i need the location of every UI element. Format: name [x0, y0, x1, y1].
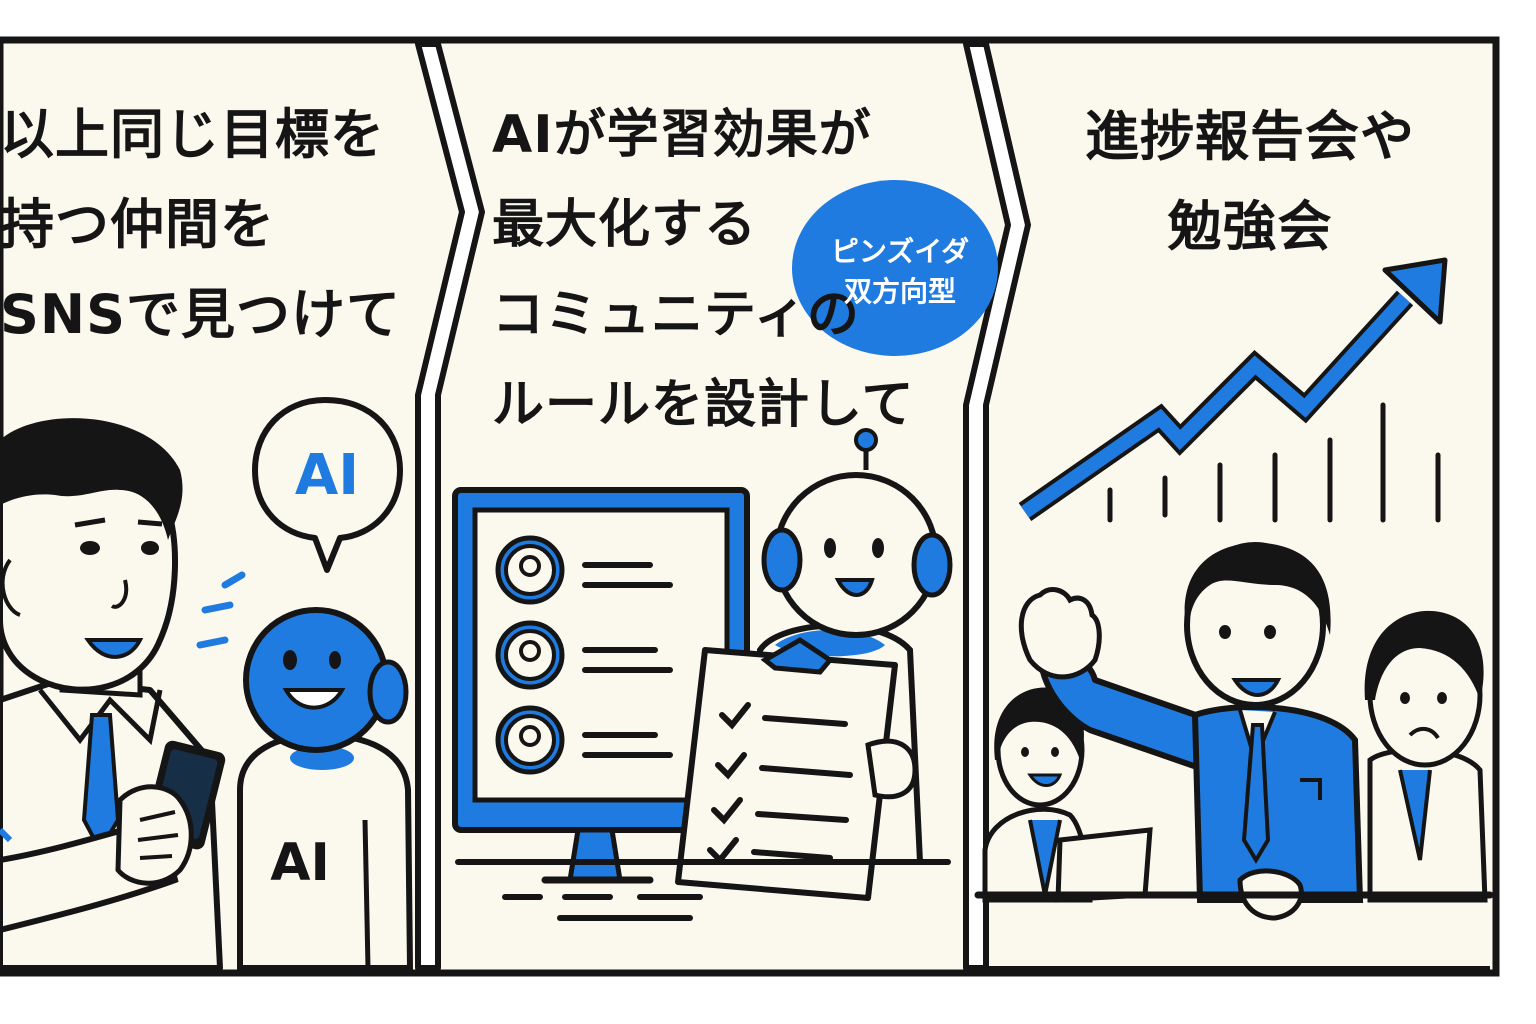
comic-strip: AI AI 以上同じ目標を 持つ仲間を SNSで見つけて AIが学習効果が 最大…: [0, 0, 1536, 1024]
panel-3-caption-line-1: 進捗報告会や: [1085, 105, 1415, 168]
robot-chest-label: AI: [270, 833, 330, 893]
panel-3-caption-line-2: 勉強会: [1167, 195, 1333, 258]
panel-2-caption-line-1: AIが学習効果が: [492, 105, 872, 165]
ai-robot-panel1: AI: [237, 607, 414, 971]
panel-1-caption: 以上同じ目標を 持つ仲間を SNSで見つけて: [0, 90, 401, 360]
panel-1-caption-line-1: 以上同じ目標を: [0, 103, 385, 166]
blue-bubble-line-2: 双方向型: [843, 275, 956, 308]
panel-2-caption-line-4: ルールを設計して: [492, 375, 915, 435]
panel-3-caption: 進捗報告会や 勉強会: [1045, 92, 1455, 272]
blue-bubble-line-1: ピンズイダ: [830, 235, 970, 268]
ai-speech-text: AI: [295, 443, 359, 508]
panel-1-caption-line-2: 持つ仲間を: [0, 193, 275, 256]
blue-bubble-text: ピンズイダ 双方向型: [800, 232, 1000, 312]
panel-1-caption-line-3: SNSで見つけて: [0, 283, 401, 346]
